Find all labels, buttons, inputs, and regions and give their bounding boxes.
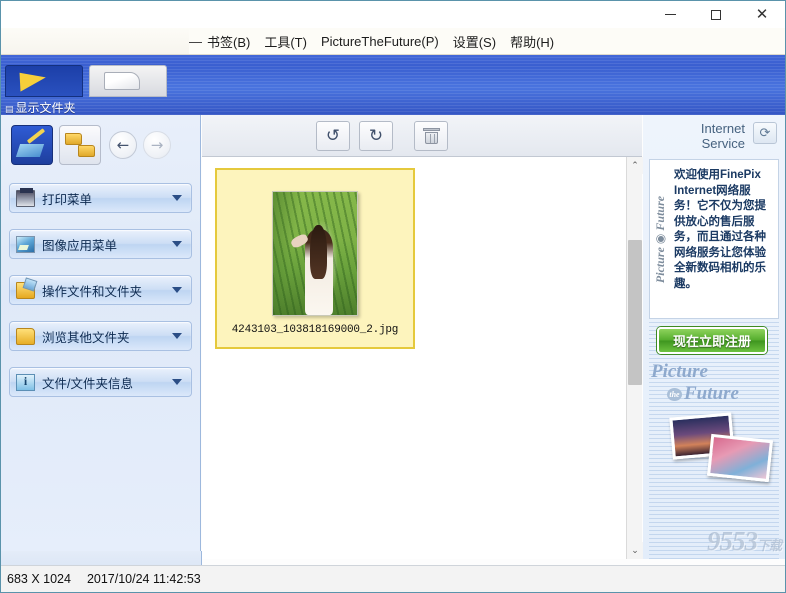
sidebar-item-image-apps[interactable]: 图像应用菜单 xyxy=(9,229,192,259)
delete-button[interactable] xyxy=(414,121,448,151)
sidebar-item-browse-folders[interactable]: 浏览其他文件夹 xyxy=(9,321,192,351)
menu-item-tools[interactable]: 工具(T) xyxy=(257,29,314,54)
show-folders-text: 显示文件夹 xyxy=(16,101,76,115)
sidebar-top-tools: ← → xyxy=(1,115,200,177)
image-timestamp: 2017/10/24 11:42:53 xyxy=(87,572,201,586)
title-bar: ✕ xyxy=(1,1,785,28)
vertical-scrollbar[interactable]: ⌃ ⌄ xyxy=(626,157,642,559)
thumbnail-filename: 4243103_103818169000_2.jpg xyxy=(232,324,398,336)
folders-button[interactable] xyxy=(59,125,101,165)
folders-icon xyxy=(65,133,95,157)
internet-service-title-line1: Internet xyxy=(653,121,745,136)
minimize-button[interactable] xyxy=(647,2,693,28)
sidebar-bottom-strip xyxy=(1,551,202,565)
thumbnail-image xyxy=(272,191,358,316)
folder-tab-active[interactable] xyxy=(5,65,83,97)
finepixviewer-window: ✕ — 书签(B) 工具(T) PictureTheFuture(P) 设置(S… xyxy=(0,0,786,593)
menu-bar: — 书签(B) 工具(T) PictureTheFuture(P) 设置(S) … xyxy=(1,28,785,55)
info-icon xyxy=(16,374,35,391)
close-button[interactable]: ✕ xyxy=(739,2,785,28)
trash-icon xyxy=(424,128,439,144)
page-icon xyxy=(104,72,140,90)
scroll-up-button[interactable]: ⌃ xyxy=(627,157,643,174)
internet-service-header: Internet Service ⟳ xyxy=(643,115,785,159)
thumbnail-grid: 4243103_103818169000_2.jpg xyxy=(202,157,642,559)
sidebar-item-label: 打印菜单 xyxy=(42,189,92,208)
chevron-down-icon[interactable] xyxy=(172,379,182,385)
welcome-text: 欢迎使用FinePix Internet网络服务！它不仅为您提供放心的售后服务，… xyxy=(672,160,778,318)
menu-item-bookmarks[interactable]: 书签(B) xyxy=(200,29,257,54)
image-action-toolbar: ↺ ↻ xyxy=(202,115,642,157)
scroll-down-button[interactable]: ⌄ xyxy=(627,542,643,559)
brand-line-2: Future xyxy=(684,383,739,404)
image-app-icon xyxy=(16,236,35,253)
menu-left-spacer xyxy=(1,28,189,54)
back-button[interactable]: ← xyxy=(109,131,137,159)
show-folders-label[interactable]: ▤显示文件夹 xyxy=(5,99,76,115)
sidebar-item-label: 浏览其他文件夹 xyxy=(42,327,130,346)
thumbnail-item[interactable]: 4243103_103818169000_2.jpg xyxy=(215,168,415,349)
menu-item-settings[interactable]: 设置(S) xyxy=(446,29,503,54)
maximize-icon xyxy=(711,10,721,20)
sidebar-item-print-menu[interactable]: 打印菜单 xyxy=(9,183,192,213)
maximize-button[interactable] xyxy=(693,2,739,28)
internet-service-title-line2: Service xyxy=(653,136,745,151)
navigation-buttons: ← → xyxy=(109,131,171,159)
rotate-right-button[interactable]: ↻ xyxy=(359,121,393,151)
left-sidebar: ← → 打印菜单 图像应用菜单 操作文件和文件夹 浏览其他文 xyxy=(1,115,201,559)
sidebar-item-label: 图像应用菜单 xyxy=(42,235,117,254)
vertical-brand-text: Picture ◉ Future xyxy=(654,195,669,282)
scrollbar-thumb[interactable] xyxy=(628,240,642,385)
picture-the-future-brand: Picture theFuture xyxy=(651,361,777,413)
sidebar-item-file-info[interactable]: 文件/文件夹信息 xyxy=(9,367,192,397)
menu-item-help[interactable]: 帮助(H) xyxy=(503,29,561,54)
internet-service-panel: Internet Service ⟳ Picture ◉ Future 欢迎使用… xyxy=(643,115,785,559)
sidebar-item-label: 文件/文件夹信息 xyxy=(42,373,133,392)
menu-item-picturethefuture[interactable]: PictureTheFuture(P) xyxy=(314,31,446,52)
refresh-icon: ⟳ xyxy=(760,126,771,141)
brand-line-1: Picture xyxy=(651,361,777,383)
image-dimensions: 683 X 1024 xyxy=(7,572,71,586)
folder-action-icon xyxy=(16,282,35,299)
sidebar-menu-list: 打印菜单 图像应用菜单 操作文件和文件夹 浏览其他文件夹 文件/文件夹信息 xyxy=(1,177,200,397)
pen-icon xyxy=(18,133,46,157)
show-folders-bullet-icon: ▤ xyxy=(5,104,14,114)
vertical-brand-strip: Picture ◉ Future xyxy=(650,160,672,318)
sidebar-item-label: 操作文件和文件夹 xyxy=(42,281,142,300)
rotate-left-button[interactable]: ↺ xyxy=(316,121,350,151)
promo-photos xyxy=(671,415,776,483)
folder-tab-inactive[interactable] xyxy=(89,65,167,97)
brand-badge: the xyxy=(667,388,682,401)
watermark-main: 9553 xyxy=(707,526,757,556)
brand-line-2-wrap: theFuture xyxy=(651,383,777,405)
status-bar: 683 X 1024 2017/10/24 11:42:53 xyxy=(1,565,785,592)
folder-icon xyxy=(16,328,35,345)
internet-service-title: Internet Service xyxy=(653,121,745,151)
folder-tabs xyxy=(3,57,203,97)
edit-pen-button[interactable] xyxy=(11,125,53,165)
refresh-button[interactable]: ⟳ xyxy=(753,122,777,144)
minimize-icon xyxy=(665,14,676,15)
welcome-card: Picture ◉ Future 欢迎使用FinePix Internet网络服… xyxy=(649,159,779,319)
promo-photo-blossom xyxy=(707,434,773,482)
chevron-down-icon[interactable] xyxy=(172,241,182,247)
chevron-down-icon[interactable] xyxy=(172,333,182,339)
chevron-down-icon[interactable] xyxy=(172,195,182,201)
register-now-button[interactable]: 现在立即注册 xyxy=(657,327,767,354)
forward-button[interactable]: → xyxy=(143,131,171,159)
site-watermark: 9553下载 xyxy=(707,526,781,557)
thumbnail-panel: ↺ ↻ 4243103_103818169000_2.jpg ⌃ ⌄ xyxy=(202,115,642,559)
main-toolbar: ▤显示文件夹 xyxy=(1,55,785,115)
watermark-suffix: 下载 xyxy=(757,538,781,553)
chevron-down-icon[interactable] xyxy=(172,287,182,293)
sidebar-item-file-operations[interactable]: 操作文件和文件夹 xyxy=(9,275,192,305)
printer-icon xyxy=(16,190,35,207)
register-now-label: 现在立即注册 xyxy=(673,331,751,350)
open-folder-icon xyxy=(20,72,46,91)
close-icon: ✕ xyxy=(756,7,769,22)
